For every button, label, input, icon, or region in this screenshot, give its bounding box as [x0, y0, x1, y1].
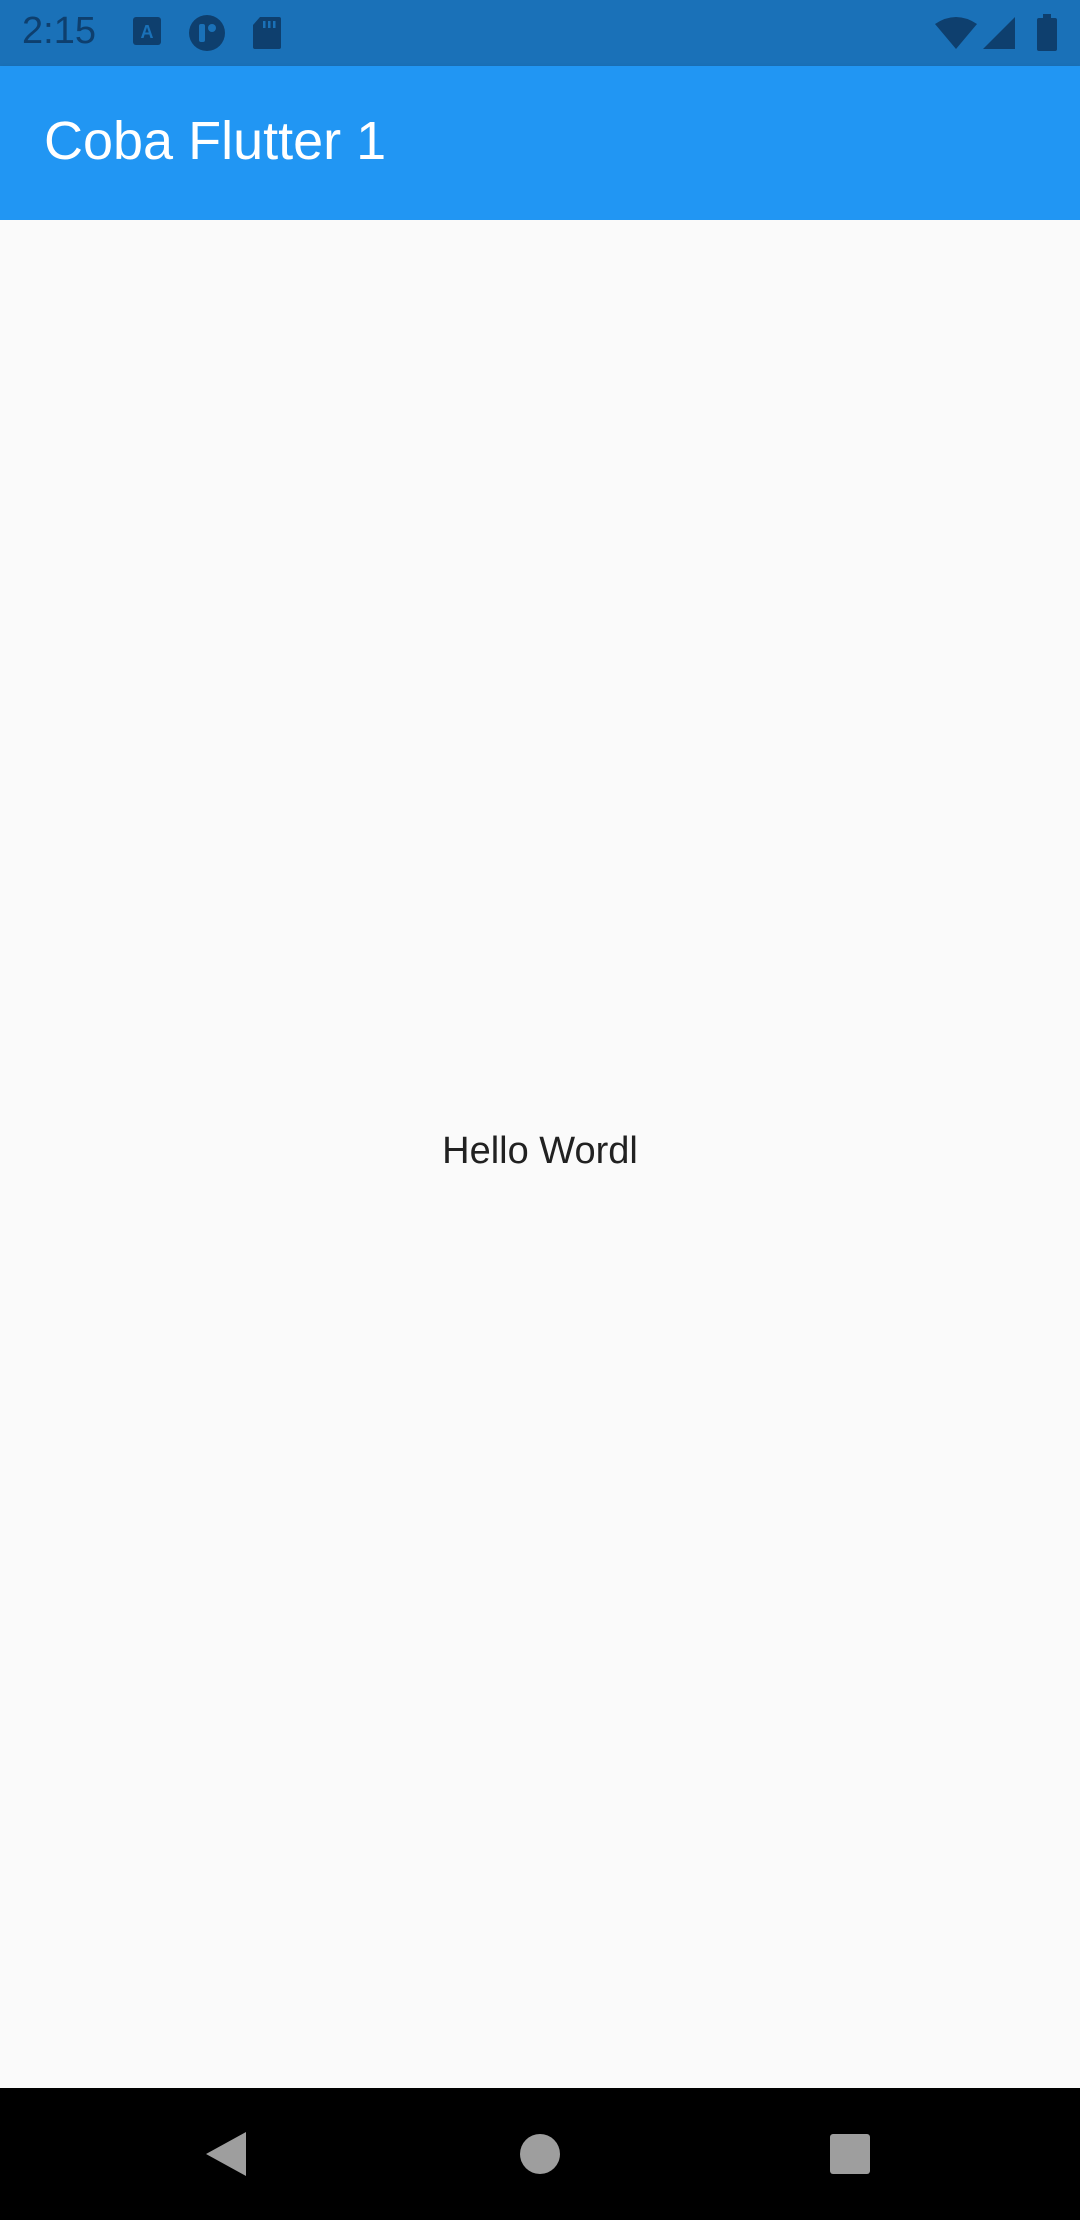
body-area: Hello Wordl [0, 220, 1080, 2088]
status-time: 2:15 [22, 10, 96, 52]
app-title: Coba Flutter 1 [44, 111, 387, 171]
nav-bar [0, 2088, 1080, 2220]
home-icon[interactable] [504, 2118, 576, 2190]
app-notification-icon [188, 14, 226, 57]
cell-signal-icon [982, 16, 1016, 55]
recents-icon[interactable] [814, 2118, 886, 2190]
keyboard-a-icon: A [132, 16, 162, 53]
svg-text:A: A [141, 22, 154, 42]
sd-card-icon [252, 16, 282, 55]
battery-icon [1036, 14, 1058, 57]
hello-text: Hello Wordl [442, 1130, 638, 1172]
status-bar: 2:15 A [0, 0, 1080, 66]
screen: 2:15 A Coba Flutter 1 Hello Wordl [0, 0, 1080, 2220]
app-bar: Coba Flutter 1 [0, 66, 1080, 220]
back-icon[interactable] [190, 2118, 262, 2190]
wifi-icon [934, 16, 978, 55]
